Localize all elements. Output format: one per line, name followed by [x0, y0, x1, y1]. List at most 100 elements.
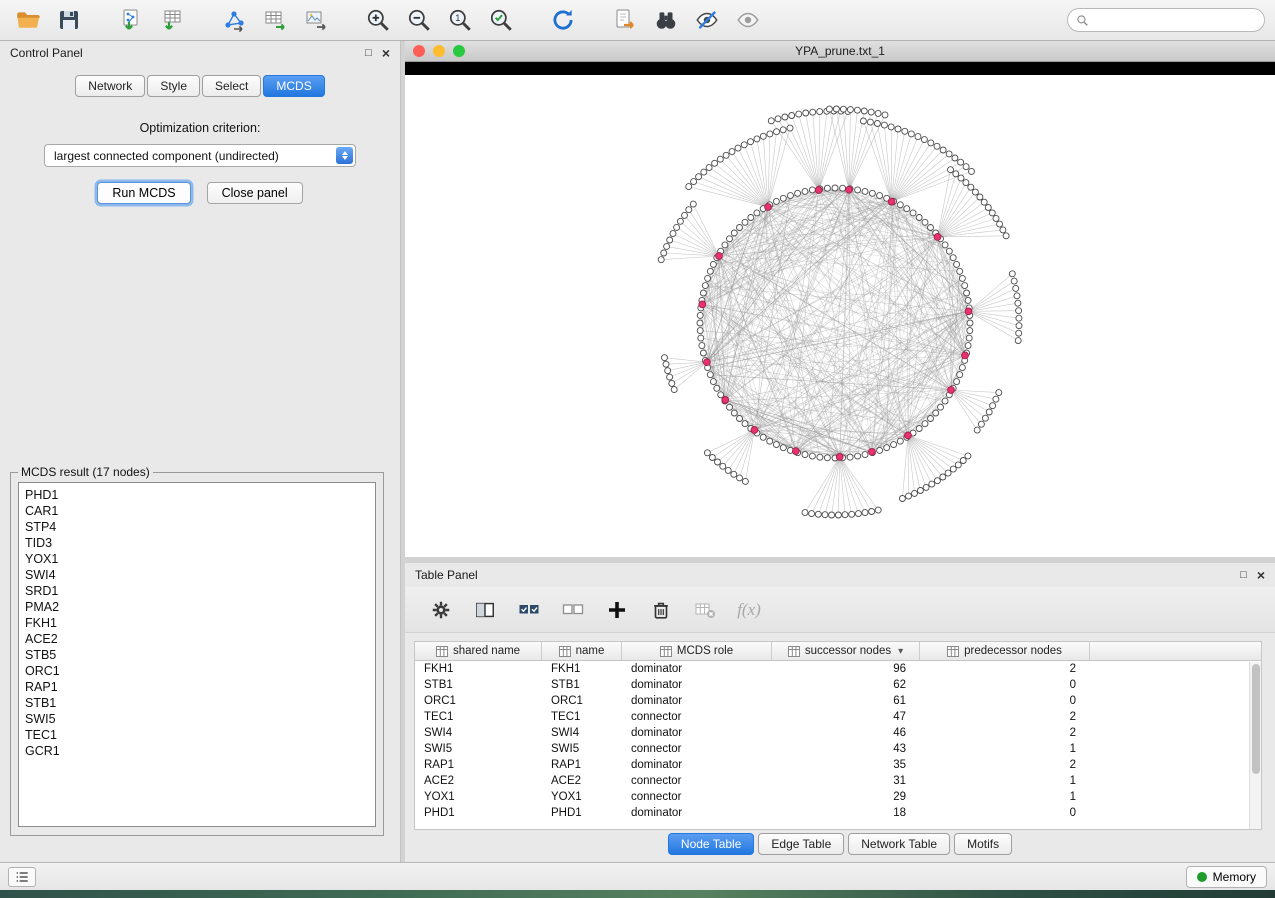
search-network-button[interactable]: [648, 4, 684, 36]
graph-node[interactable]: [715, 459, 721, 465]
graph-node[interactable]: [964, 290, 970, 296]
mcds-result-item[interactable]: STB1: [25, 695, 369, 711]
open-session-button[interactable]: [10, 4, 46, 36]
graph-node[interactable]: [699, 343, 705, 349]
graph-node[interactable]: [1009, 271, 1015, 277]
graph-node[interactable]: [904, 206, 910, 212]
graph-node[interactable]: [875, 507, 881, 513]
graph-node[interactable]: [855, 187, 861, 193]
window-close-button[interactable]: [413, 45, 425, 57]
share-document-button[interactable]: [607, 4, 643, 36]
graph-node[interactable]: [921, 137, 927, 143]
graph-dominator-node[interactable]: [704, 359, 711, 366]
graph-dominator-node[interactable]: [765, 204, 772, 211]
graph-node[interactable]: [891, 442, 897, 448]
column-header-successor-nodes[interactable]: successor nodes▾: [772, 642, 920, 660]
graph-node[interactable]: [922, 421, 928, 427]
graph-node[interactable]: [916, 426, 922, 432]
table-tab-edge-table[interactable]: Edge Table: [758, 833, 844, 855]
graph-node[interactable]: [940, 147, 946, 153]
graph-node[interactable]: [965, 343, 971, 349]
graph-node[interactable]: [742, 478, 748, 484]
graph-node[interactable]: [829, 512, 835, 518]
graph-node[interactable]: [862, 510, 868, 516]
network-graph[interactable]: [405, 75, 1275, 557]
graph-dominator-node[interactable]: [934, 234, 941, 241]
window-minimize-button[interactable]: [433, 45, 445, 57]
graph-node[interactable]: [1014, 293, 1020, 299]
import-table-button[interactable]: [154, 4, 190, 36]
mcds-result-item[interactable]: ACE2: [25, 631, 369, 647]
graph-node[interactable]: [867, 119, 873, 125]
graph-node[interactable]: [955, 462, 961, 468]
sort-menu-icon[interactable]: ▾: [898, 646, 903, 657]
graph-node[interactable]: [981, 199, 987, 205]
graph-node[interactable]: [906, 493, 912, 499]
graph-node[interactable]: [916, 215, 922, 221]
graph-node[interactable]: [712, 160, 718, 166]
graph-dominator-node[interactable]: [751, 427, 758, 434]
table-row[interactable]: SWI4SWI4dominator462: [415, 725, 1261, 741]
graph-node[interactable]: [917, 488, 923, 494]
graph-dominator-node[interactable]: [846, 186, 853, 193]
graph-node[interactable]: [968, 184, 974, 190]
graph-node[interactable]: [723, 152, 729, 158]
graph-node[interactable]: [760, 434, 766, 440]
zoom-in-button[interactable]: [360, 4, 396, 36]
graph-node[interactable]: [957, 268, 963, 274]
mcds-result-list[interactable]: PHD1CAR1STP4TID3YOX1SWI4SRD1PMA2FKH1ACE2…: [18, 482, 376, 827]
graph-dominator-node[interactable]: [722, 397, 729, 404]
graph-node[interactable]: [754, 210, 760, 216]
graph-node[interactable]: [847, 454, 853, 460]
graph-node[interactable]: [671, 387, 677, 393]
status-menu-button[interactable]: [8, 867, 36, 887]
graph-node[interactable]: [899, 496, 905, 502]
graph-node[interactable]: [742, 421, 748, 427]
graph-node[interactable]: [727, 236, 733, 242]
table-row[interactable]: TEC1TEC1connector472: [415, 709, 1261, 725]
graph-node[interactable]: [669, 380, 675, 386]
mcds-result-item[interactable]: SWI5: [25, 711, 369, 727]
graph-node[interactable]: [946, 151, 952, 157]
graph-node[interactable]: [674, 224, 680, 230]
graph-node[interactable]: [855, 511, 861, 517]
table-row[interactable]: FKH1FKH1dominator962: [415, 661, 1261, 677]
graph-node[interactable]: [822, 512, 828, 518]
graph-node[interactable]: [780, 445, 786, 451]
graph-node[interactable]: [714, 385, 720, 391]
graph-node[interactable]: [667, 374, 673, 380]
graph-node[interactable]: [729, 149, 735, 155]
graph-node[interactable]: [774, 129, 780, 135]
graph-node[interactable]: [958, 175, 964, 181]
graph-node[interactable]: [933, 410, 939, 416]
graph-node[interactable]: [928, 140, 934, 146]
graph-node[interactable]: [789, 113, 795, 119]
graph-node[interactable]: [1011, 278, 1017, 284]
graph-node[interactable]: [868, 109, 874, 115]
graph-dominator-node[interactable]: [905, 432, 912, 439]
graph-node[interactable]: [884, 445, 890, 451]
graph-node[interactable]: [722, 242, 728, 248]
window-zoom-button[interactable]: [453, 45, 465, 57]
graph-node[interactable]: [1016, 330, 1022, 336]
graph-node[interactable]: [697, 312, 703, 318]
graph-node[interactable]: [667, 237, 673, 243]
mcds-result-item[interactable]: RAP1: [25, 679, 369, 695]
graph-node[interactable]: [997, 221, 1003, 227]
graph-node[interactable]: [974, 427, 980, 433]
graph-node[interactable]: [810, 109, 816, 115]
graph-dominator-node[interactable]: [965, 308, 972, 315]
graph-node[interactable]: [882, 112, 888, 118]
graph-node[interactable]: [902, 128, 908, 134]
graph-node[interactable]: [897, 438, 903, 444]
graph-node[interactable]: [802, 510, 808, 516]
graph-node[interactable]: [767, 131, 773, 137]
graph-dominator-node[interactable]: [716, 253, 723, 260]
graph-node[interactable]: [704, 450, 710, 456]
graph-node[interactable]: [959, 365, 965, 371]
graph-node[interactable]: [958, 159, 964, 165]
column-header-predecessor-nodes[interactable]: predecessor nodes: [920, 642, 1090, 660]
graph-node[interactable]: [881, 122, 887, 128]
table-row[interactable]: STB1STB1dominator620: [415, 677, 1261, 693]
export-network-button[interactable]: [216, 4, 252, 36]
